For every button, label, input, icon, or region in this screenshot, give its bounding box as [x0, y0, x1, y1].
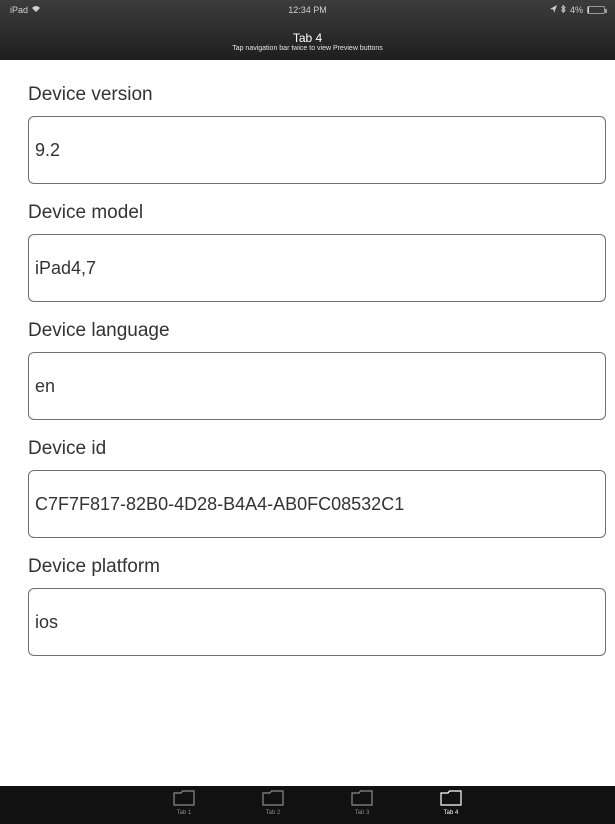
tab-3[interactable]: Tab 3 [342, 790, 382, 822]
device-id-field[interactable] [28, 470, 606, 538]
folder-icon [262, 790, 284, 806]
device-model-label: Device model [28, 202, 144, 223]
status-bar: iPad 12:34 PM 4% [0, 0, 615, 20]
nav-title: Tab 4 [292, 31, 323, 45]
tab-3-label: Tab 3 [354, 810, 370, 816]
bluetooth-icon [561, 4, 566, 15]
device-version-label: Device version [28, 84, 153, 105]
device-version-field[interactable] [28, 116, 606, 184]
app-screen: iPad 12:34 PM 4% Tab 4 Tap navigation ba… [0, 0, 615, 824]
tab-4-label: Tab 4 [443, 810, 459, 816]
tab-bar: Tab 1 Tab 2 Tab 3 Tab 4 [0, 786, 615, 824]
folder-icon [351, 790, 373, 806]
tab-1[interactable]: Tab 1 [164, 790, 204, 822]
tab-4[interactable]: Tab 4 [431, 790, 471, 822]
device-info-form: Device version Device model Device langu… [28, 84, 606, 674]
status-right: 4% [549, 4, 607, 15]
device-platform-field[interactable] [28, 588, 606, 656]
tab-1-label: Tab 1 [176, 810, 192, 816]
battery-percent: 4% [569, 5, 583, 15]
device-model-field[interactable] [28, 234, 606, 302]
navigation-bar[interactable]: iPad 12:34 PM 4% Tab 4 Tap navigation ba… [0, 0, 615, 60]
tab-2-label: Tab 2 [265, 810, 281, 816]
status-time: 12:34 PM [288, 5, 327, 15]
location-icon [549, 5, 557, 15]
nav-subtitle: Tap navigation bar twice to view Preview… [232, 45, 383, 52]
device-platform-label: Device platform [28, 556, 160, 577]
folder-icon [173, 790, 195, 806]
device-language-field[interactable] [28, 352, 606, 420]
device-id-label: Device id [28, 438, 107, 459]
folder-icon [440, 790, 462, 806]
battery-icon [587, 6, 607, 14]
device-language-label: Device language [28, 320, 170, 341]
tab-2[interactable]: Tab 2 [253, 790, 293, 822]
